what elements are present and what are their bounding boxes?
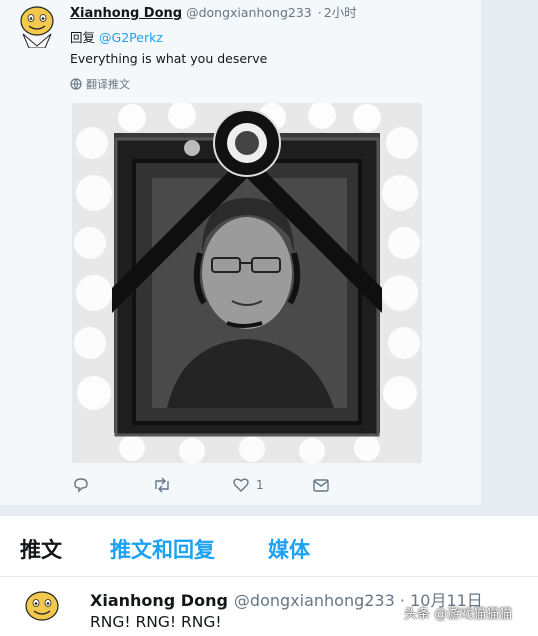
globe-icon [70, 78, 82, 90]
tweet-image[interactable] [72, 103, 422, 463]
direct-message-icon [313, 479, 329, 492]
translate-tweet-link[interactable]: 翻译推文 [70, 76, 130, 92]
author-avatar-2[interactable] [22, 589, 62, 633]
like-button[interactable]: 1 [232, 476, 264, 494]
retweet-icon [155, 477, 169, 493]
retweet-button[interactable] [152, 476, 172, 494]
reply-to-line: 回复 @G2Perkz [70, 27, 163, 46]
author-name[interactable]: Xianhong Dong [70, 6, 182, 21]
tab-media[interactable]: 媒体 [268, 534, 310, 564]
tab-tweets[interactable]: 推文 [20, 534, 62, 564]
tweet-header: Xianhong Dong @dongxianhong233 · 2小时 [70, 2, 357, 21]
tweet-text-2: RNG! RNG! RNG! [90, 613, 222, 631]
reply-prefix: 回复 [70, 30, 96, 45]
tweet-card[interactable]: Xianhong Dong @dongxianhong233 · 2小时 回复 @G2… [0, 0, 481, 505]
reply-button[interactable] [72, 476, 90, 494]
tweet-text: Everything is what you deserve [70, 51, 268, 66]
watermark: 头条 @游戏猫猫猫 [404, 607, 513, 622]
reply-mention-link[interactable]: @G2Perkz [99, 30, 163, 45]
tab-tweets-and-replies[interactable]: 推文和回复 [110, 534, 215, 564]
author-name-2[interactable]: Xianhong Dong [90, 591, 228, 610]
cartoon-face-avatar-icon [25, 591, 59, 621]
cartoon-face-avatar-icon [20, 6, 54, 48]
tweet-time[interactable]: 2小时 [324, 5, 357, 20]
memorial-portrait-image-icon [72, 103, 422, 463]
separator: · [317, 5, 322, 20]
author-avatar[interactable] [17, 4, 57, 48]
reply-icon [74, 478, 88, 493]
like-heart-icon [233, 478, 249, 492]
profile-tabs: 推文 推文和回复 媒体 [0, 516, 538, 577]
translate-label: 翻译推文 [86, 78, 130, 91]
author-handle-2[interactable]: @dongxianhong233 [234, 591, 395, 610]
author-handle[interactable]: @dongxianhong233 [186, 5, 312, 20]
direct-message-button[interactable] [312, 476, 330, 494]
like-count: 1 [256, 478, 264, 492]
